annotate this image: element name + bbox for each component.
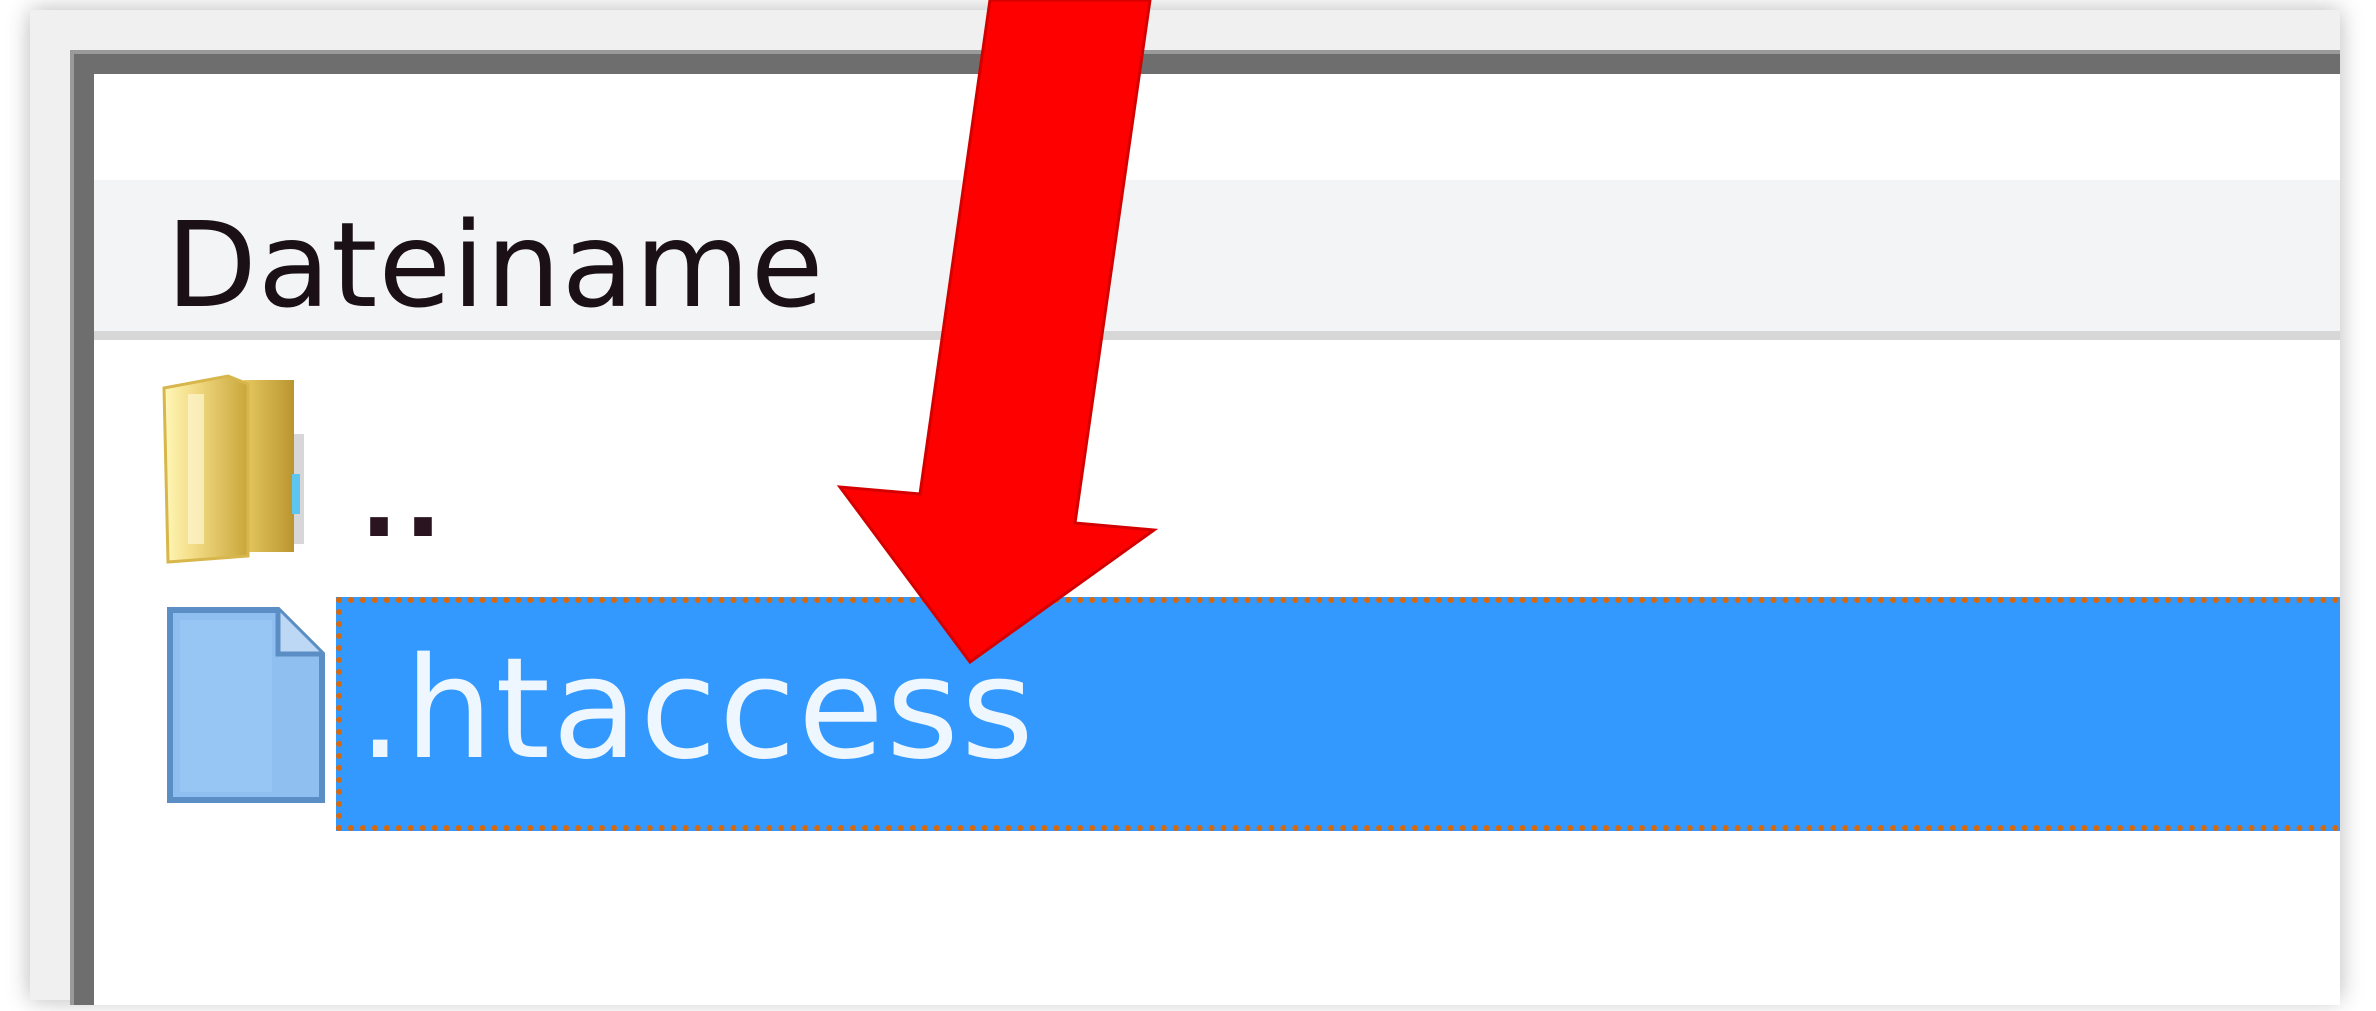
column-header[interactable]: Dateiname bbox=[94, 180, 2340, 340]
file-icon bbox=[167, 607, 325, 803]
folder-up-icon bbox=[162, 374, 304, 564]
screenshot-stage: Dateiname .. .htaccess bbox=[0, 0, 2376, 1011]
list-item-label[interactable]: .htaccess bbox=[358, 640, 1036, 780]
list-item-label: .. bbox=[360, 443, 448, 560]
file-list-pane: Dateiname .. .htaccess bbox=[94, 74, 2340, 1005]
column-header-filename[interactable]: Dateiname bbox=[166, 206, 824, 324]
